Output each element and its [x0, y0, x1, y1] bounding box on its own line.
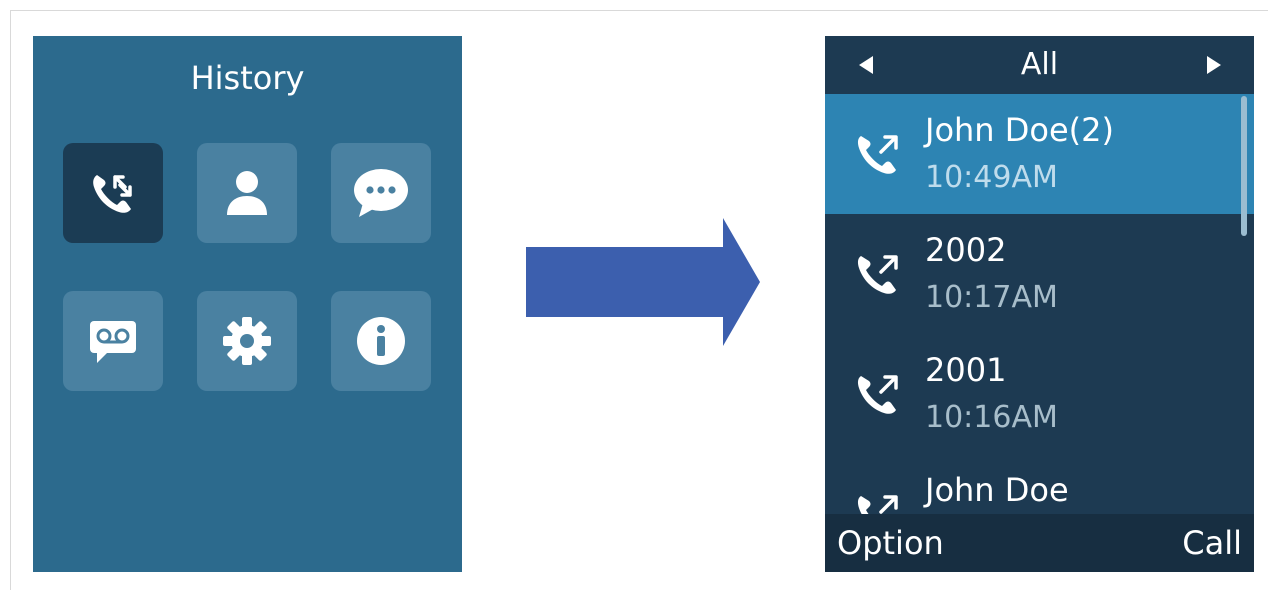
softkey-bar: Option Call	[825, 514, 1254, 572]
history-menu-screen: History	[33, 36, 462, 572]
call-row[interactable]: John Doe(2) 10:49AM	[825, 94, 1254, 214]
call-softkey[interactable]: Call	[1182, 527, 1242, 559]
right-arrow-icon	[526, 218, 760, 350]
caller-name: John Doe(2)	[925, 111, 1114, 149]
messages-icon	[349, 165, 413, 221]
voicemail-icon	[85, 315, 141, 367]
tile-call-history[interactable]	[63, 143, 163, 243]
triangle-right-icon[interactable]	[1205, 56, 1221, 78]
settings-gear-icon	[219, 313, 275, 369]
call-list: John Doe(2) 10:49AM 2002 10:17AM 2001 10	[825, 94, 1254, 572]
caller-name: John Doe	[925, 471, 1069, 509]
call-time: 10:17AM	[925, 280, 1058, 315]
option-softkey[interactable]: Option	[837, 527, 944, 559]
tile-messages[interactable]	[331, 143, 431, 243]
outgoing-call-icon	[853, 362, 909, 422]
caller-name: 2002	[925, 231, 1007, 269]
screen-title: History	[190, 59, 305, 97]
outgoing-call-icon	[853, 122, 909, 182]
call-time: 10:49AM	[925, 160, 1058, 195]
contacts-icon	[219, 165, 275, 221]
tile-contacts[interactable]	[197, 143, 297, 243]
frame-border-top	[10, 10, 1268, 11]
call-time: 10:16AM	[925, 400, 1058, 435]
call-row[interactable]: 2001 10:16AM	[825, 334, 1254, 454]
tile-settings[interactable]	[197, 291, 297, 391]
call-history-icon	[85, 165, 141, 221]
filter-header: All	[825, 36, 1254, 94]
caller-name: 2001	[925, 351, 1007, 389]
info-icon	[353, 313, 409, 369]
list-scrollbar[interactable]	[1241, 96, 1247, 236]
filter-title: All	[1020, 47, 1059, 82]
frame-border-left	[10, 10, 11, 590]
tile-info[interactable]	[331, 291, 431, 391]
call-row[interactable]: 2002 10:17AM	[825, 214, 1254, 334]
tile-voicemail[interactable]	[63, 291, 163, 391]
outgoing-call-icon	[853, 242, 909, 302]
call-history-screen: All John Doe(2) 10:49AM 2002 10:17AM 200…	[825, 36, 1254, 572]
